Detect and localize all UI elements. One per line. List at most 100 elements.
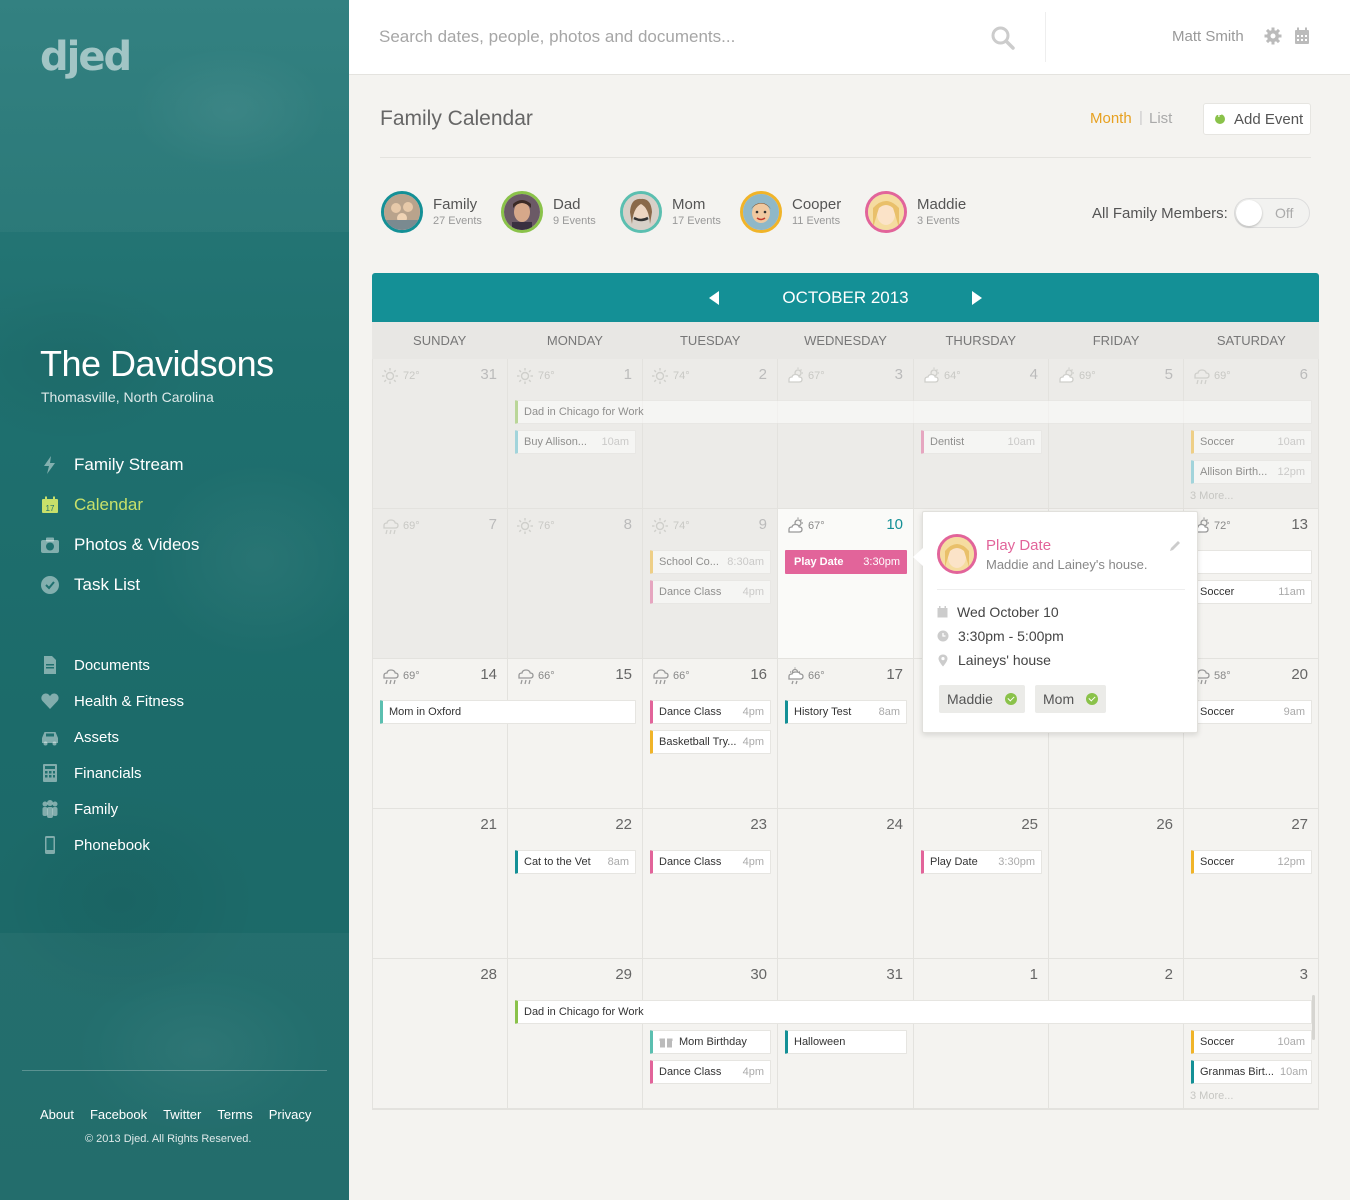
all-members-toggle[interactable]: Off [1234, 198, 1310, 228]
calendar-event[interactable]: Soccer 10am [1191, 430, 1312, 454]
calendar-event[interactable]: Dad in Chicago for Work [515, 1000, 1312, 1024]
calendar-event[interactable]: Dance Class 4pm [650, 1060, 771, 1084]
event-title: Allison Birth... [1200, 466, 1268, 478]
temperature: 69° [1214, 370, 1231, 382]
calendar-event[interactable]: Dad in Chicago for Work [515, 400, 1312, 424]
event-title-wrap: Mom Birthday [659, 1036, 747, 1048]
calendar-event[interactable]: Soccer 12pm [1191, 850, 1312, 874]
day-number: 16 [750, 666, 767, 683]
event-title: School Co... [659, 556, 719, 568]
calendar-event[interactable]: Soccer 11am [1191, 580, 1312, 604]
day-cell[interactable]: 31 72° [373, 359, 508, 509]
event-title-wrap: Dance Class [659, 1066, 721, 1078]
footer-link-privacy[interactable]: Privacy [269, 1107, 312, 1122]
app-logo[interactable]: djed [40, 34, 132, 80]
search-input[interactable] [379, 24, 939, 50]
calendar-event[interactable]: Mom in Oxford [380, 700, 636, 724]
calendar-event[interactable]: Dance Class 4pm [650, 850, 771, 874]
day-cell[interactable]: 28 [373, 959, 508, 1109]
event-time: 12pm [1277, 466, 1305, 478]
calendar-event[interactable]: Play Date 3:30pm [921, 850, 1042, 874]
attendee-tag-maddie[interactable]: Maddie [939, 685, 1025, 713]
nav-item-health-fitness[interactable]: Health & Fitness [0, 683, 349, 719]
next-month-arrow-icon[interactable] [970, 290, 984, 306]
member-filter-dad[interactable]: Dad 9 Events [501, 191, 596, 233]
calendar-event[interactable]: Mom Birthday [650, 1030, 771, 1054]
nav-item-financials[interactable]: Financials [0, 755, 349, 791]
member-filter-cooper[interactable]: Cooper 11 Events [740, 191, 841, 233]
calendar-event[interactable] [1191, 550, 1312, 574]
day-cell[interactable]: 25 [914, 809, 1049, 959]
day-cell[interactable]: 1 [914, 959, 1049, 1109]
calendar-event[interactable]: Cat to the Vet 8am [515, 850, 636, 874]
day-cell[interactable]: 22 [508, 809, 643, 959]
event-time: 10am [1277, 1036, 1305, 1048]
calendar-event[interactable]: Soccer 10am [1191, 1030, 1312, 1054]
day-cell[interactable]: 20 58° [1184, 659, 1319, 809]
calendar-event[interactable]: Basketball Try... 4pm [650, 730, 771, 754]
day-cell[interactable]: 15 66° [508, 659, 643, 809]
nav-item-calendar[interactable]: 17 Calendar [0, 485, 349, 525]
day-cell[interactable]: 27 [1184, 809, 1319, 959]
day-cell[interactable]: 14 69° [373, 659, 508, 809]
calendar-event[interactable]: Halloween [785, 1030, 907, 1054]
day-cell[interactable]: 8 76° [508, 509, 643, 659]
day-cell[interactable]: 3 67° [778, 359, 914, 509]
attendee-tag-mom[interactable]: Mom [1035, 685, 1107, 713]
add-event-button[interactable]: Add Event [1203, 103, 1311, 135]
day-cell[interactable]: 29 [508, 959, 643, 1109]
calendar-event[interactable]: Play Date 3:30pm [785, 550, 907, 574]
calendar-event[interactable]: Soccer 9am [1191, 700, 1312, 724]
calendar-event[interactable]: Dance Class 4pm [650, 580, 771, 604]
scrollbar[interactable] [1312, 995, 1315, 1040]
calendar-event[interactable]: Allison Birth... 12pm [1191, 460, 1312, 484]
nav-item-phonebook[interactable]: Phonebook [0, 827, 349, 863]
search-icon[interactable] [990, 25, 1016, 51]
nav-item-photos-videos[interactable]: Photos & Videos [0, 525, 349, 565]
event-time: 4pm [742, 706, 764, 718]
nav-item-documents[interactable]: Documents [0, 647, 349, 683]
partly-cloudy-icon [1059, 367, 1074, 383]
calendar-event[interactable]: School Co... 8:30am [650, 550, 771, 574]
member-filter-mom[interactable]: Mom 17 Events [620, 191, 721, 233]
nav-item-task-list[interactable]: Task List [0, 565, 349, 605]
day-cell[interactable]: 2 74° [643, 359, 778, 509]
day-cell[interactable]: 2 [1049, 959, 1184, 1109]
member-photo [623, 194, 659, 230]
day-cell[interactable]: 21 [373, 809, 508, 959]
day-cell[interactable]: 10 67° [778, 509, 914, 659]
member-filter-maddie[interactable]: Maddie 3 Events [865, 191, 966, 233]
day-cell[interactable]: 23 [643, 809, 778, 959]
member-name: Family [433, 195, 478, 213]
footer-link-about[interactable]: About [40, 1107, 74, 1122]
member-name: Maddie [917, 195, 967, 213]
gear-icon[interactable] [1264, 27, 1282, 45]
calendar-event[interactable]: History Test 8am [785, 700, 907, 724]
view-list-toggle[interactable]: List [1149, 110, 1172, 127]
day-cell[interactable]: 7 69° [373, 509, 508, 659]
user-name[interactable]: Matt Smith [1172, 28, 1244, 45]
day-cell[interactable]: 26 [1049, 809, 1184, 959]
nav-item-family-stream[interactable]: Family Stream [0, 445, 349, 485]
calendar-event[interactable]: Granmas Birt... 10am [1191, 1060, 1312, 1084]
calendar-event[interactable]: Buy Allison... 10am [515, 430, 636, 454]
nav-item-assets[interactable]: Assets [0, 719, 349, 755]
event-title-wrap: Soccer [1200, 706, 1234, 718]
calendar-event[interactable]: Dentist 10am [921, 430, 1042, 454]
member-filter-family[interactable]: Family 27 Events [381, 191, 482, 233]
pencil-edit-icon[interactable] [1168, 539, 1182, 553]
view-month-toggle[interactable]: Month [1090, 110, 1132, 127]
day-cell[interactable]: 24 [778, 809, 914, 959]
day-cell[interactable]: 5 69° [1049, 359, 1184, 509]
temperature: 67° [808, 370, 825, 382]
calendar-event[interactable]: Dance Class 4pm [650, 700, 771, 724]
calendar-icon[interactable] [1294, 27, 1310, 45]
footer-link-terms[interactable]: Terms [217, 1107, 252, 1122]
nav-item-family[interactable]: Family [0, 791, 349, 827]
footer-link-facebook[interactable]: Facebook [90, 1107, 147, 1122]
day-cell[interactable]: 17 66° [778, 659, 914, 809]
day-number: 20 [1291, 666, 1308, 683]
more-events-link[interactable]: 3 More... [1190, 1090, 1233, 1102]
more-events-link[interactable]: 3 More... [1190, 490, 1233, 502]
footer-link-twitter[interactable]: Twitter [163, 1107, 201, 1122]
